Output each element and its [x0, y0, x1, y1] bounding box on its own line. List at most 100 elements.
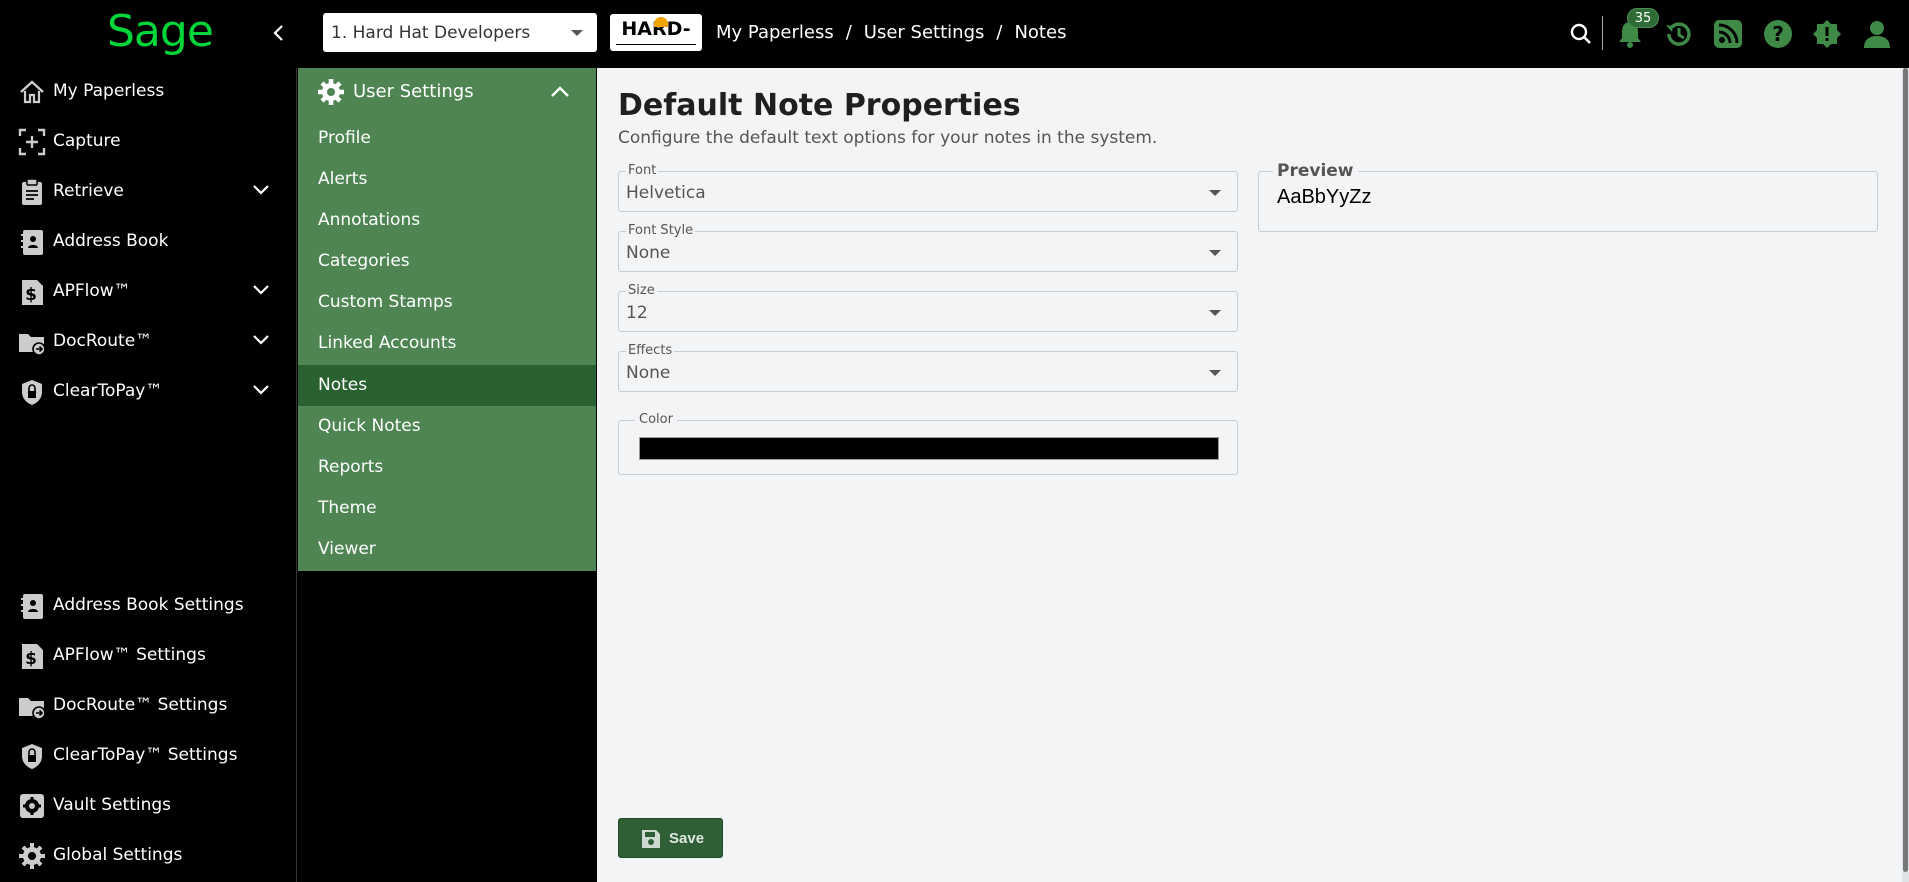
settings-item-profile[interactable]: Profile [298, 118, 596, 159]
font-label: Font [626, 163, 659, 178]
user-icon [1864, 21, 1890, 48]
font-style-label: Font Style [626, 223, 696, 238]
dollar-doc-icon: $ [22, 644, 43, 669]
user-settings-header[interactable]: User Settings [298, 68, 596, 116]
settings-item-label: Profile [318, 128, 371, 148]
nav-item-my-paperless[interactable]: My Paperless [0, 68, 297, 114]
settings-item-label: Custom Stamps [318, 292, 453, 312]
nav-item-label: APFlow™ [53, 281, 131, 301]
scrollbar[interactable] [1902, 68, 1909, 882]
nav-item-cleartopay[interactable]: ClearToPay™ [0, 368, 297, 414]
preview-text: AaBbYyZz [1277, 186, 1372, 208]
chevron-down-icon[interactable] [252, 384, 270, 396]
font-select[interactable]: Font Helvetica [618, 163, 1238, 212]
company-select[interactable]: 1. Hard Hat Developers [323, 13, 597, 52]
svg-text:$: $ [25, 649, 37, 669]
settings-item-quick-notes[interactable]: Quick Notes [298, 406, 596, 447]
color-field: Color [618, 412, 1238, 475]
rss-button[interactable] [1712, 18, 1744, 50]
chevron-down-icon[interactable] [252, 284, 270, 296]
settings-item-label: Quick Notes [318, 416, 421, 436]
nav-item-vault-settings[interactable]: Vault Settings [0, 782, 297, 828]
nav-item-label: DocRoute™ [53, 331, 153, 351]
caret-down-icon [1209, 310, 1221, 316]
breadcrumb-separator: / [996, 22, 1003, 43]
settings-item-annotations[interactable]: Annotations [298, 200, 596, 241]
settings-item-label: Theme [318, 498, 377, 518]
sage-logo[interactable]: Sage [107, 6, 214, 57]
main-content: Default Note Properties Configure the de… [597, 68, 1902, 882]
caret-down-icon [1209, 250, 1221, 256]
settings-item-label: Categories [318, 251, 410, 271]
left-navigation: My Paperless Capture Retrieve Address Bo… [0, 68, 297, 882]
nav-item-global-settings[interactable]: Global Settings [0, 832, 297, 878]
nav-item-capture[interactable]: Capture [0, 118, 297, 164]
gear-icon [20, 794, 44, 818]
search-button[interactable] [1565, 18, 1597, 50]
breadcrumb-user-settings[interactable]: User Settings [864, 22, 985, 43]
svg-text:?: ? [1772, 22, 1784, 46]
breadcrumb-notes: Notes [1014, 22, 1067, 43]
nav-item-label: Vault Settings [53, 795, 172, 815]
effects-value: None [626, 363, 671, 383]
nav-item-label: APFlow™ Settings [53, 645, 206, 665]
settings-item-reports[interactable]: Reports [298, 447, 596, 488]
save-label: Save [669, 830, 705, 847]
nav-item-address-book[interactable]: Address Book [0, 218, 297, 264]
folder-route-icon [19, 334, 46, 356]
gear-icon [19, 843, 45, 869]
settings-item-label: Viewer [318, 539, 376, 559]
nav-item-cleartopay-settings[interactable]: ClearToPay™ Settings [0, 732, 297, 778]
svg-text:$: $ [25, 285, 37, 305]
nav-item-apflow[interactable]: $ APFlow™ [0, 268, 297, 314]
alert-button[interactable] [1811, 18, 1843, 50]
user-settings-menu: User Settings Profile Alerts Annotations… [298, 68, 596, 571]
caret-down-icon [571, 30, 583, 36]
settings-item-theme[interactable]: Theme [298, 488, 596, 529]
chevron-down-icon[interactable] [252, 184, 270, 196]
breadcrumb-separator: / [845, 22, 852, 43]
settings-item-notes[interactable]: Notes [298, 365, 596, 406]
breadcrumb-my-paperless[interactable]: My Paperless [716, 22, 834, 43]
settings-item-custom-stamps[interactable]: Custom Stamps [298, 282, 596, 323]
help-button[interactable]: ? [1762, 18, 1794, 50]
nav-item-address-book-settings[interactable]: Address Book Settings [0, 582, 297, 628]
nav-item-retrieve[interactable]: Retrieve [0, 168, 297, 214]
address-book-icon [21, 230, 43, 255]
settings-item-linked-accounts[interactable]: Linked Accounts [298, 323, 596, 364]
nav-item-label: ClearToPay™ Settings [53, 745, 238, 765]
effects-select[interactable]: Effects None [618, 343, 1238, 392]
nav-item-label: My Paperless [53, 81, 165, 101]
settings-item-label: Linked Accounts [318, 333, 457, 353]
settings-item-alerts[interactable]: Alerts [298, 159, 596, 200]
history-icon [1666, 22, 1691, 46]
clipboard-icon [22, 178, 42, 205]
collapse-sidebar-button[interactable] [268, 20, 290, 46]
nav-item-docroute-settings[interactable]: DocRoute™ Settings [0, 682, 297, 728]
company-select-value: 1. Hard Hat Developers [331, 23, 531, 43]
nav-item-docroute[interactable]: DocRoute™ [0, 318, 297, 364]
settings-item-label: Notes [318, 375, 368, 395]
nav-item-label: Retrieve [53, 181, 124, 201]
scrollbar-thumb[interactable] [1903, 68, 1908, 872]
settings-item-categories[interactable]: Categories [298, 241, 596, 282]
preview-box: Preview AaBbYyZz [1258, 161, 1878, 232]
chevron-up-icon[interactable] [550, 86, 570, 98]
capture-icon [18, 128, 46, 156]
nav-item-apflow-settings[interactable]: $ APFlow™ Settings [0, 632, 297, 678]
address-book-icon [21, 594, 43, 619]
top-bar: Sage 1. Hard Hat Developers HARD-HAT My … [0, 0, 1909, 68]
font-style-select[interactable]: Font Style None [618, 223, 1238, 272]
chevron-down-icon[interactable] [252, 334, 270, 346]
size-select[interactable]: Size 12 [618, 283, 1238, 332]
page-title: Default Note Properties [618, 88, 1021, 123]
color-swatch[interactable] [639, 437, 1219, 460]
nav-item-label: Address Book Settings [53, 595, 244, 615]
save-button[interactable]: Save [618, 818, 723, 858]
nav-item-label: Global Settings [53, 845, 183, 865]
gear-icon [318, 79, 344, 105]
settings-item-viewer[interactable]: Viewer [298, 529, 596, 570]
user-button[interactable] [1861, 18, 1893, 50]
history-button[interactable] [1663, 18, 1695, 50]
floppy-disk-icon [642, 830, 660, 848]
